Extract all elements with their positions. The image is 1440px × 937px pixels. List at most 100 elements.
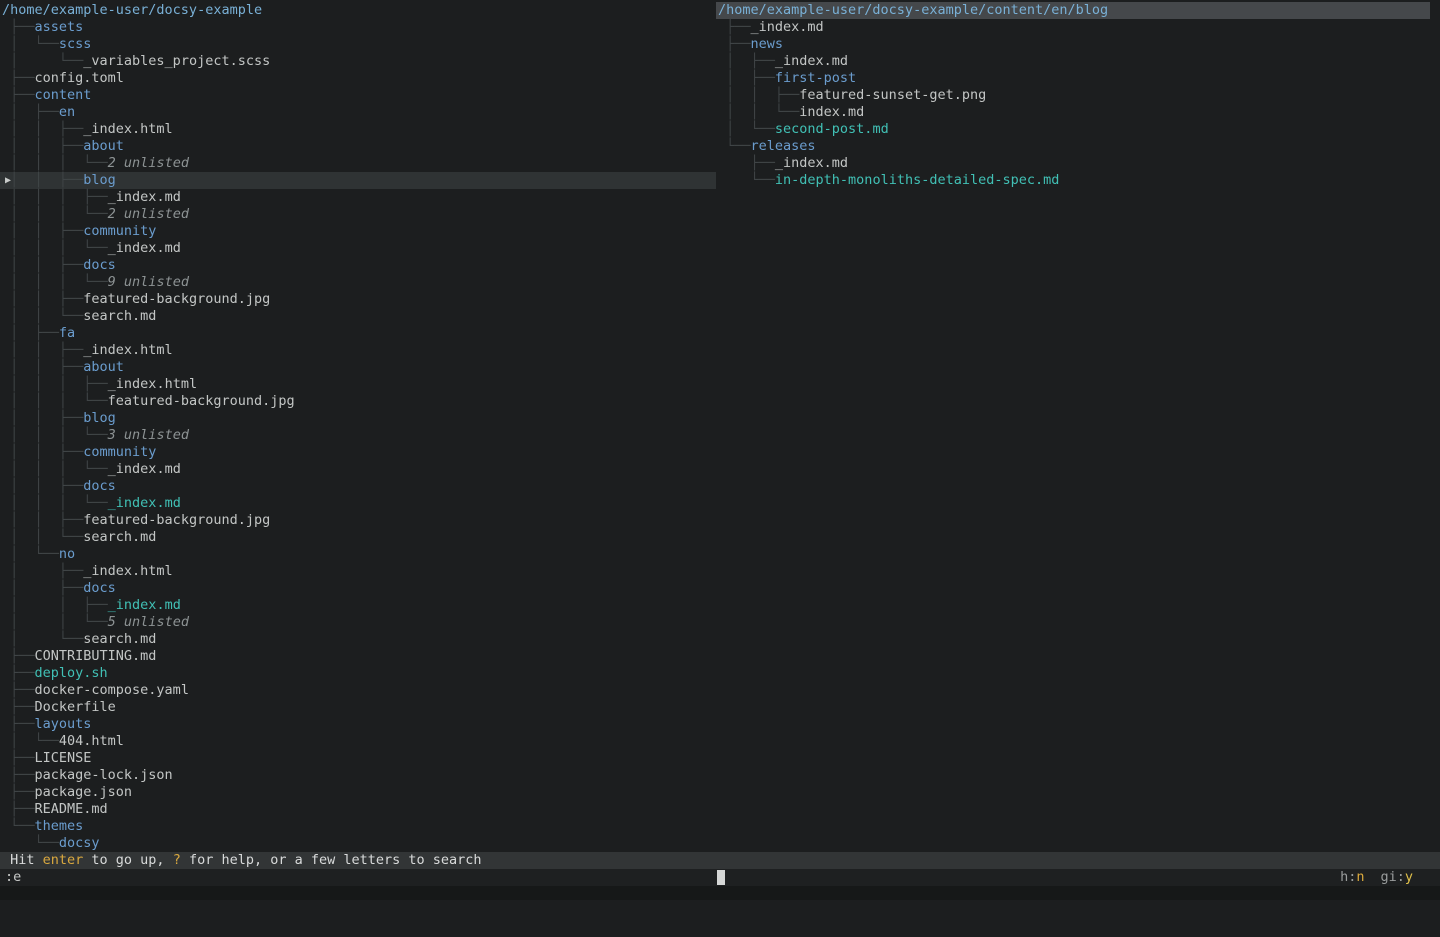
- tree-branch: ├──: [2, 648, 35, 664]
- tree-row[interactable]: ├──config.toml: [0, 70, 716, 87]
- file-name: _index.md: [108, 189, 181, 205]
- tree-row-dir[interactable]: ▶ │ │ ├──blog: [0, 172, 716, 189]
- file-name: config.toml: [35, 70, 124, 86]
- file-name: _index.html: [83, 121, 172, 137]
- dir-name: news: [751, 36, 784, 52]
- tree-row[interactable]: └──in-depth-monoliths-detailed-spec.md: [716, 172, 1430, 189]
- tree-row[interactable]: │ │ ├──_index.html: [0, 121, 716, 138]
- file-name: _index.md: [108, 597, 181, 613]
- tree-row[interactable]: │ │ ├──_index.md: [0, 597, 716, 614]
- tree-row[interactable]: ├──deploy.sh: [0, 665, 716, 682]
- tree-row[interactable]: ├──CONTRIBUTING.md: [0, 648, 716, 665]
- tree-row[interactable]: │ │ ├──_index.html: [0, 342, 716, 359]
- tree-row[interactable]: │ └──404.html: [0, 733, 716, 750]
- tree-branch: │ │ └──: [2, 614, 108, 630]
- tree-row[interactable]: ├──LICENSE: [0, 750, 716, 767]
- dir-name: no: [59, 546, 75, 562]
- tree-row[interactable]: │ │ └──5 unlisted: [0, 614, 716, 631]
- tree-row-dir[interactable]: ├──assets: [0, 19, 716, 36]
- tree-row[interactable]: │ │ │ ├──_index.md: [0, 189, 716, 206]
- tree-row[interactable]: │ │ │ ├──_index.html: [0, 376, 716, 393]
- tree-row-dir[interactable]: └──docsy: [0, 835, 716, 852]
- tree-row-dir[interactable]: │ │ ├──about: [0, 359, 716, 376]
- tree-branch: ├──: [2, 767, 35, 783]
- tree-row-dir[interactable]: │ ├──fa: [0, 325, 716, 342]
- dir-name: community: [83, 444, 156, 460]
- file-name: _index.md: [775, 155, 848, 171]
- tree-row[interactable]: │ └──second-post.md: [716, 121, 1430, 138]
- tree-row[interactable]: │ │ │ └──2 unlisted: [0, 206, 716, 223]
- tree-row-dir[interactable]: │ ├──docs: [0, 580, 716, 597]
- tree-row-dir[interactable]: ├──news: [716, 36, 1430, 53]
- file-name: _index.md: [108, 495, 181, 511]
- dir-name: scss: [59, 36, 92, 52]
- tree-row[interactable]: │ │ │ └──_index.md: [0, 240, 716, 257]
- tree-row[interactable]: │ │ │ └──featured-background.jpg: [0, 393, 716, 410]
- tree-row[interactable]: ├──_index.md: [716, 19, 1430, 36]
- tree-branch: ├──: [2, 784, 35, 800]
- tree-row-dir[interactable]: │ ├──first-post: [716, 70, 1430, 87]
- tree-branch: │ └──: [2, 36, 59, 52]
- tree-row[interactable]: │ │ │ └──_index.md: [0, 495, 716, 512]
- tree-row[interactable]: ├──_index.md: [716, 155, 1430, 172]
- tree-row-dir[interactable]: │ └──no: [0, 546, 716, 563]
- tree-branch: │ │ ├──: [2, 257, 83, 273]
- tree-row[interactable]: │ │ │ └──3 unlisted: [0, 427, 716, 444]
- tree-row-dir[interactable]: │ │ ├──community: [0, 444, 716, 461]
- tree-row-dir[interactable]: │ │ ├──blog: [0, 410, 716, 427]
- tree-row-dir[interactable]: │ └──scss: [0, 36, 716, 53]
- tree-row[interactable]: ├──docker-compose.yaml: [0, 682, 716, 699]
- tree-branch: │ ├──: [2, 580, 83, 596]
- tree-row[interactable]: ├──package.json: [0, 784, 716, 801]
- tree-row-dir[interactable]: │ │ ├──docs: [0, 478, 716, 495]
- tree-branch: ├──: [2, 70, 35, 86]
- file-name: search.md: [83, 631, 156, 647]
- flag-h: h:n: [1340, 869, 1364, 885]
- tree-row-dir[interactable]: ├──layouts: [0, 716, 716, 733]
- tree-row-dir[interactable]: │ │ ├──docs: [0, 257, 716, 274]
- tree-branch: │ │ ├──: [2, 444, 83, 460]
- tree-row[interactable]: │ │ │ └──_index.md: [0, 461, 716, 478]
- file-name: in-depth-monoliths-detailed-spec.md: [775, 172, 1059, 188]
- tree-row-dir[interactable]: └──releases: [716, 138, 1430, 155]
- dir-name: assets: [35, 19, 84, 35]
- tree-branch: │ └──: [2, 53, 83, 69]
- tree-branch: │ │ ├──: [2, 172, 83, 188]
- tree-row[interactable]: ├──Dockerfile: [0, 699, 716, 716]
- tree-row[interactable]: │ │ └──search.md: [0, 529, 716, 546]
- tree-branch: │ │ ├──: [2, 359, 83, 375]
- tree-branch: │ │ ├──: [2, 138, 83, 154]
- tree-row[interactable]: │ ├──_index.md: [716, 53, 1430, 70]
- tree-row[interactable]: ├──README.md: [0, 801, 716, 818]
- dir-name: first-post: [775, 70, 856, 86]
- command-input[interactable]: :e: [5, 869, 21, 886]
- file-name: README.md: [35, 801, 108, 817]
- tree-row-dir[interactable]: ├──content: [0, 87, 716, 104]
- tree-row[interactable]: │ │ └──search.md: [0, 308, 716, 325]
- tree-row[interactable]: │ │ ├──featured-sunset-get.png: [716, 87, 1430, 104]
- tree-row-dir[interactable]: └──themes: [0, 818, 716, 835]
- tree-row[interactable]: │ │ └──index.md: [716, 104, 1430, 121]
- tree-branch: ├──: [718, 36, 751, 52]
- tree-row-dir[interactable]: │ │ ├──about: [0, 138, 716, 155]
- tree-row[interactable]: │ └──_variables_project.scss: [0, 53, 716, 70]
- status-hint-text: for help, or a few letters to search: [181, 852, 482, 868]
- tree-row[interactable]: ├──package-lock.json: [0, 767, 716, 784]
- tree-row[interactable]: │ ├──_index.html: [0, 563, 716, 580]
- tree-row[interactable]: │ │ ├──featured-background.jpg: [0, 291, 716, 308]
- tree-branch: ├──: [2, 19, 35, 35]
- tree-row[interactable]: │ └──search.md: [0, 631, 716, 648]
- tree-row[interactable]: │ │ ├──featured-background.jpg: [0, 512, 716, 529]
- file-name: _index.md: [775, 53, 848, 69]
- flag-key: gi:: [1380, 869, 1404, 885]
- unlisted-count: 2 unlisted: [108, 206, 189, 222]
- flag-key: h:: [1340, 869, 1356, 885]
- tree-row[interactable]: │ │ │ └──9 unlisted: [0, 274, 716, 291]
- tree-row-dir[interactable]: │ │ ├──community: [0, 223, 716, 240]
- right-tree-panel: /home/example-user/docsy-example/content…: [716, 0, 1430, 189]
- file-name: second-post.md: [775, 121, 889, 137]
- tree-row-dir[interactable]: │ ├──en: [0, 104, 716, 121]
- right-tree-rows: ├──_index.md ├──news │ ├──_index.md │ ├─…: [716, 19, 1430, 189]
- file-name: _index.html: [108, 376, 197, 392]
- tree-row[interactable]: │ │ │ └──2 unlisted: [0, 155, 716, 172]
